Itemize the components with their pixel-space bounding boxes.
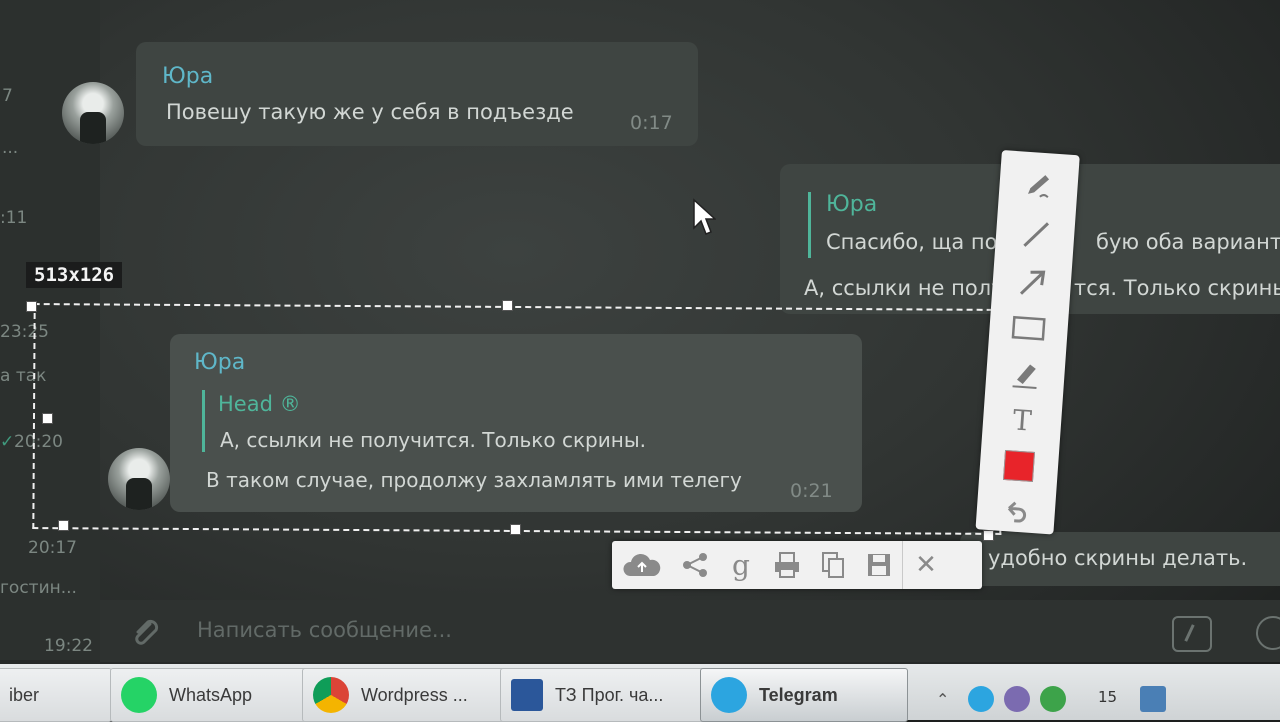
resize-handle[interactable] xyxy=(42,413,53,424)
whatsapp-icon xyxy=(121,677,157,713)
telegram-icon xyxy=(711,677,747,713)
chat-list-text: 7 xyxy=(2,86,13,106)
chat-list-time: 20:17 xyxy=(28,538,77,558)
quote-text: бую оба вариант xyxy=(1096,230,1280,254)
quote-text: Спасибо, ща по xyxy=(826,230,998,254)
viber-tray-icon[interactable] xyxy=(1004,686,1030,712)
screenshot-selection[interactable] xyxy=(32,303,1003,535)
quote-author: Юра xyxy=(826,192,878,217)
upload-cloud-icon[interactable] xyxy=(612,541,672,589)
status-tray-icon[interactable] xyxy=(1040,686,1066,712)
taskbar-label: WhatsApp xyxy=(169,684,253,705)
print-icon[interactable] xyxy=(764,541,810,589)
message-bubble[interactable]: Юра Повешу такую же у себя в подъезде 0:… xyxy=(136,42,698,146)
message-time: 0:17 xyxy=(630,112,673,134)
taskbar-label: ТЗ Прог. ча... xyxy=(555,684,664,705)
calendar-tray-icon[interactable] xyxy=(1140,686,1166,712)
taskbar-label: Wordpress ... xyxy=(361,684,468,705)
undo-icon[interactable] xyxy=(975,487,1056,536)
taskbar-item-viber[interactable]: iber xyxy=(0,668,112,722)
rectangle-icon[interactable] xyxy=(988,304,1069,353)
marker-icon[interactable] xyxy=(985,350,1066,399)
read-check-icon: ✓ xyxy=(0,432,15,452)
word-icon xyxy=(511,679,543,711)
taskbar-item-chrome[interactable]: Wordpress ... xyxy=(302,668,506,722)
resize-handle[interactable] xyxy=(502,300,513,311)
chrome-icon xyxy=(313,677,349,713)
share-icon[interactable] xyxy=(672,541,718,589)
arrow-icon[interactable] xyxy=(991,258,1072,307)
resize-handle[interactable] xyxy=(26,301,37,312)
tray-counter: 15 xyxy=(1098,688,1118,706)
chat-list-time: :11 xyxy=(0,208,28,228)
message-text: А, ссылки не полу xyxy=(804,276,1004,300)
taskbar-item-word[interactable]: ТЗ Прог. ча... xyxy=(500,668,706,722)
selection-size-label: 513x126 xyxy=(26,262,123,288)
message-bubble[interactable]: удобно скрины делать. xyxy=(960,532,1280,586)
color-swatch[interactable] xyxy=(979,441,1060,490)
avatar[interactable] xyxy=(62,82,124,144)
chat-list-preview: гостин... xyxy=(0,578,77,598)
message-text: тся. Только скрины xyxy=(1074,276,1280,300)
taskbar-item-telegram[interactable]: Telegram xyxy=(700,668,908,722)
close-icon[interactable]: ✕ xyxy=(902,541,949,589)
taskbar-label: iber xyxy=(9,684,40,705)
save-icon[interactable] xyxy=(856,541,902,589)
taskbar-label: Telegram xyxy=(759,684,838,705)
quote-bar xyxy=(808,192,811,258)
message-author[interactable]: Юра xyxy=(162,64,213,89)
resize-handle[interactable] xyxy=(58,520,69,531)
commands-icon[interactable] xyxy=(1172,616,1212,652)
telegram-tray-icon[interactable] xyxy=(968,686,994,712)
message-input[interactable]: Написать сообщение... xyxy=(197,618,452,642)
attach-icon[interactable] xyxy=(128,612,164,648)
pen-icon[interactable] xyxy=(998,160,1079,209)
chevron-up-icon[interactable]: ⌃ xyxy=(936,690,949,709)
action-toolbar: g ✕ xyxy=(612,541,982,589)
message-text: Повешу такую же у себя в подъезде xyxy=(166,100,574,124)
telegram-window: 7 ... :11 23:25 а так ✓ 20:20 20:17 гост… xyxy=(0,0,1280,722)
google-search-icon[interactable]: g xyxy=(718,541,764,589)
chat-list-time: 19:22 xyxy=(44,636,93,656)
resize-handle[interactable] xyxy=(510,524,521,535)
mouse-cursor-icon xyxy=(693,198,716,235)
message-text: удобно скрины делать. xyxy=(988,546,1248,570)
text-icon[interactable]: T xyxy=(982,395,1063,444)
system-tray: ⌃ 15 xyxy=(930,684,1280,720)
copy-icon[interactable] xyxy=(810,541,856,589)
chat-list-text: ... xyxy=(2,138,19,158)
emoji-icon[interactable] xyxy=(1256,616,1280,650)
line-icon[interactable] xyxy=(995,210,1076,259)
taskbar-item-whatsapp[interactable]: WhatsApp xyxy=(110,668,308,722)
